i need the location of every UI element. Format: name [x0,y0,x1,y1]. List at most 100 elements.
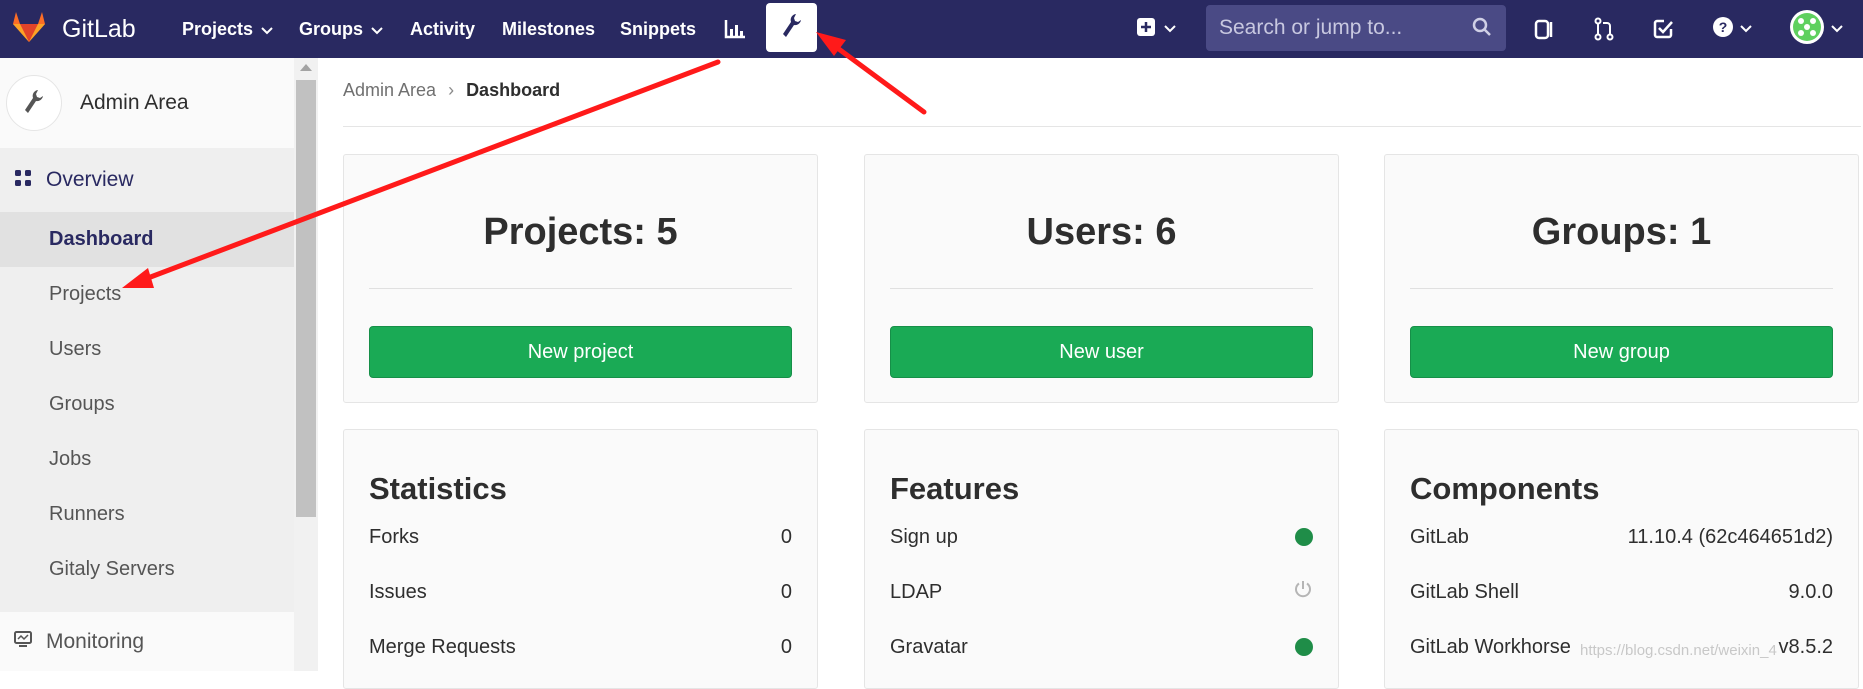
gitlab-logo-icon [12,11,46,48]
components-row-value: 11.10.4 (62c464651d2) [1627,525,1833,548]
gitlab-home-link[interactable]: GitLab [12,0,136,58]
grid-icon [14,169,32,192]
sidebar-item-users[interactable]: Users [0,322,294,377]
statistics-row: Issues 0 [369,577,792,607]
admin-area-button[interactable] [766,3,817,52]
brand-name: GitLab [62,14,136,43]
features-row-label: Sign up [890,525,958,548]
nav-projects-dropdown[interactable]: Projects [182,0,273,58]
merge-request-icon[interactable] [1589,0,1619,58]
chevron-right-icon: › [448,80,455,100]
plus-square-icon [1136,17,1156,42]
projects-count-title: Projects: 5 [483,211,678,253]
users-count-title: Users: 6 [1026,211,1177,253]
statistics-card: Statistics Forks 0 Issues 0 Merge Reques… [343,429,818,689]
svg-text:?: ? [1719,19,1728,35]
sidebar-scrollbar-thumb[interactable] [296,80,316,517]
features-row-label: LDAP [890,580,943,603]
components-row-label: GitLab Workhorse [1410,635,1571,658]
sidebar-item-overview[interactable]: Overview [0,148,294,212]
admin-sidebar: Admin Area Overview Dashboard Projects U… [0,58,318,671]
todo-icon[interactable] [1648,0,1678,58]
sidebar-scrollbar[interactable] [294,58,318,671]
card-divider [890,288,1313,289]
sidebar-nav: Admin Area Overview Dashboard Projects U… [0,58,294,671]
admin-avatar [6,75,62,131]
search-box[interactable] [1206,5,1506,51]
nav-groups-label: Groups [299,18,364,39]
features-row: LDAP [890,577,1313,607]
chevron-down-icon [371,19,383,40]
status-on-icon [1295,638,1313,656]
components-row-value: 9.0.0 [1788,580,1833,603]
power-off-icon [1293,579,1313,605]
nav-projects-label: Projects [182,18,254,39]
statistics-row-label: Issues [369,580,427,603]
scroll-up-arrow-icon[interactable] [300,64,312,71]
statistics-row-value: 0 [780,635,792,658]
new-group-button[interactable]: New group [1410,326,1833,378]
components-row-value: v8.5.2 [1778,635,1833,658]
components-row: GitLab Shell 9.0.0 [1410,577,1833,607]
top-navbar: GitLab Projects Groups Activity Mileston… [0,0,1863,58]
statistics-title: Statistics [369,471,507,506]
groups-count-title: Groups: 1 [1531,211,1712,253]
issues-icon[interactable] [1530,0,1560,58]
components-title: Components [1410,471,1600,506]
chevron-down-icon [1164,20,1176,38]
statistics-row-label: Merge Requests [369,635,516,658]
sidebar-item-projects[interactable]: Projects [0,267,294,322]
projects-count-card: Projects: 5 New project [343,154,818,403]
new-user-button[interactable]: New user [890,326,1313,378]
chart-icon[interactable] [720,0,750,58]
search-icon [1472,17,1492,42]
header-divider [343,126,1861,127]
new-project-button[interactable]: New project [369,326,792,378]
sidebar-context-title: Admin Area [80,91,189,114]
components-row-label: GitLab [1410,525,1469,548]
nav-milestones-link[interactable]: Milestones [502,0,595,58]
sidebar-item-monitoring-label: Monitoring [46,629,145,653]
sidebar-item-gitaly-servers[interactable]: Gitaly Servers [0,542,294,597]
sidebar-item-runners[interactable]: Runners [0,487,294,542]
sidebar-section-overview: Overview Dashboard Projects Users Groups… [0,148,294,670]
chevron-down-icon [1831,20,1843,38]
sidebar-item-dashboard[interactable]: Dashboard [0,212,294,267]
search-input[interactable] [1219,16,1459,40]
breadcrumb: Admin Area › Dashboard [343,80,560,101]
user-menu-dropdown[interactable] [1785,0,1847,58]
statistics-row: Forks 0 [369,522,792,552]
wrench-icon [781,12,803,43]
features-row: Sign up [890,522,1313,552]
statistics-row-value: 0 [780,580,792,603]
card-divider [369,288,792,289]
user-avatar [1789,9,1825,50]
help-icon: ? [1712,16,1734,43]
nav-snippets-link[interactable]: Snippets [620,0,696,58]
sidebar-context-header[interactable]: Admin Area [0,58,294,148]
statistics-row-label: Forks [369,525,419,548]
card-divider [1410,288,1833,289]
features-row-label: Gravatar [890,635,968,658]
wrench-icon [23,87,45,120]
groups-count-card: Groups: 1 New group [1384,154,1859,403]
nav-groups-dropdown[interactable]: Groups [299,0,383,58]
users-count-card: Users: 6 New user [864,154,1339,403]
breadcrumb-current: Dashboard [466,80,561,100]
chevron-down-icon [1740,20,1752,38]
features-card: Features Sign up LDAP Gravatar [864,429,1339,689]
statistics-row: Merge Requests 0 [369,632,792,662]
monitor-icon [14,630,32,653]
sidebar-item-overview-label: Overview [46,168,134,191]
chevron-down-icon [261,19,273,40]
nav-activity-link[interactable]: Activity [410,0,475,58]
watermark: https://blog.csdn.net/weixin_4 [1580,642,1777,659]
sidebar-item-jobs[interactable]: Jobs [0,432,294,487]
sidebar-item-monitoring[interactable]: Monitoring [0,612,294,671]
components-row: GitLab 11.10.4 (62c464651d2) [1410,522,1833,552]
new-dropdown-button[interactable] [1130,0,1182,58]
components-row-label: GitLab Shell [1410,580,1519,603]
help-dropdown[interactable]: ? [1707,0,1757,58]
breadcrumb-admin-area-link[interactable]: Admin Area [343,80,436,101]
sidebar-item-groups[interactable]: Groups [0,377,294,432]
